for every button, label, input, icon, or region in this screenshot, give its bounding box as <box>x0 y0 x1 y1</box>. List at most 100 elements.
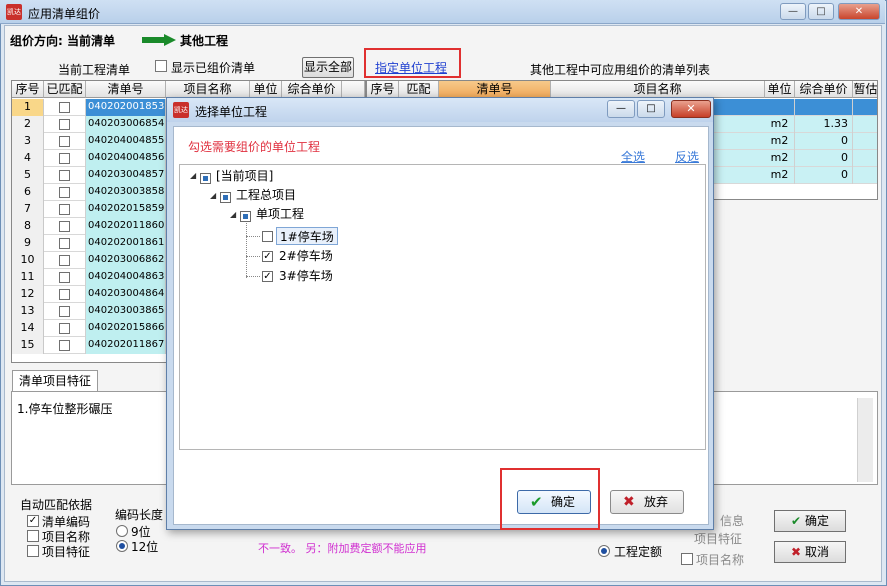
length-9-radio[interactable] <box>116 525 128 537</box>
x-icon: ✖ <box>623 494 635 510</box>
dialog-title: 选择单位工程 <box>195 105 268 119</box>
matched-checkbox[interactable] <box>59 289 70 300</box>
row-code: 040202001853 <box>86 99 166 116</box>
item-name-checkbox[interactable] <box>681 553 693 565</box>
column-header-scroll[interactable] <box>342 81 365 98</box>
matched-cell <box>44 218 86 235</box>
matched-checkbox[interactable] <box>59 170 70 181</box>
matched-checkbox[interactable] <box>59 204 70 215</box>
matched-checkbox[interactable] <box>59 153 70 164</box>
dialog-cancel-label: 放弃 <box>644 495 669 509</box>
matched-cell <box>44 235 86 252</box>
tree-node-single[interactable]: 单项工程 <box>256 205 304 223</box>
match-name-checkbox[interactable] <box>27 530 39 542</box>
row-seq: 8 <box>12 218 44 235</box>
tree-checkbox-root[interactable] <box>200 173 211 184</box>
select-unit-dialog: 凯达 选择单位工程 — □ ✕ 勾选需要组价的单位工程 全选 反选 ◢ [当前项… <box>166 97 714 530</box>
close-button[interactable]: ✕ <box>838 3 880 20</box>
column-header[interactable]: 项目名称 <box>166 81 250 98</box>
row-seq: 9 <box>12 235 44 252</box>
match-code-checkbox[interactable]: ✓ <box>27 515 39 527</box>
code-length-label: 编码长度 <box>115 508 164 522</box>
column-header[interactable]: 序号 <box>367 81 399 98</box>
show-priced-checkbox[interactable] <box>155 60 167 72</box>
item-feature-option[interactable]: 项目特征 <box>694 530 742 547</box>
tree-checkbox-project[interactable] <box>220 192 231 203</box>
quota-radio[interactable] <box>598 545 610 557</box>
tab-item-features[interactable]: 清单项目特征 <box>12 370 98 392</box>
row-price: 0 <box>795 150 853 167</box>
column-header[interactable]: 项目名称 <box>551 81 765 98</box>
unit-checkbox-2[interactable]: ✓ <box>262 251 273 262</box>
dialog-minimize-button[interactable]: — <box>607 100 635 118</box>
row-seq: 7 <box>12 201 44 218</box>
column-header[interactable]: 清单号 <box>86 81 166 98</box>
unit-checkbox-1[interactable] <box>262 231 273 242</box>
column-header[interactable]: 清单号 <box>439 81 551 98</box>
show-all-button[interactable]: 显示全部 <box>302 57 354 78</box>
row-price: 0 <box>795 133 853 150</box>
matched-cell <box>44 320 86 337</box>
matched-checkbox[interactable] <box>59 238 70 249</box>
matched-cell <box>44 116 86 133</box>
dialog-hint: 勾选需要组价的单位工程 <box>188 140 321 154</box>
maximize-button[interactable]: □ <box>808 3 834 20</box>
tree-node-root[interactable]: [当前项目] <box>216 167 273 185</box>
matched-cell <box>44 286 86 303</box>
features-scrollbar[interactable] <box>857 398 873 482</box>
matched-checkbox[interactable] <box>59 323 70 334</box>
row-seq: 6 <box>12 184 44 201</box>
matched-checkbox[interactable] <box>59 187 70 198</box>
matched-checkbox[interactable] <box>59 272 70 283</box>
matched-cell <box>44 184 86 201</box>
collapse-icon[interactable]: ◢ <box>230 210 236 219</box>
cancel-button-main[interactable]: ✖ 取消 <box>774 541 846 563</box>
matched-checkbox[interactable] <box>59 221 70 232</box>
column-header[interactable]: 匹配 <box>399 81 439 98</box>
row-seq: 2 <box>12 116 44 133</box>
row-seq: 13 <box>12 303 44 320</box>
matched-cell <box>44 337 86 354</box>
row-seq: 3 <box>12 133 44 150</box>
matched-checkbox[interactable] <box>59 136 70 147</box>
column-header[interactable]: 已匹配 <box>44 81 86 98</box>
tree-node-unit-2[interactable]: 2#停车场 <box>279 247 333 265</box>
tree-node-unit-1[interactable]: 1#停车场 <box>276 227 338 245</box>
matched-checkbox[interactable] <box>59 119 70 130</box>
tree-node-project[interactable]: 工程总项目 <box>236 186 296 204</box>
column-header[interactable]: 暂估 <box>853 81 877 98</box>
column-header[interactable]: 单位 <box>765 81 795 98</box>
collapse-icon[interactable]: ◢ <box>210 191 216 200</box>
unit-checkbox-3[interactable]: ✓ <box>262 271 273 282</box>
column-header[interactable]: 综合单价 <box>282 81 342 98</box>
row-code: 040203006854 <box>86 116 166 133</box>
matched-checkbox[interactable] <box>59 255 70 266</box>
row-code: 040203004857 <box>86 167 166 184</box>
tree-node-unit-3[interactable]: 3#停车场 <box>279 267 333 285</box>
column-header[interactable]: 序号 <box>12 81 44 98</box>
row-price: 1.33 <box>795 116 853 133</box>
column-header[interactable]: 单位 <box>250 81 282 98</box>
matched-cell <box>44 150 86 167</box>
length-12-radio[interactable] <box>116 540 128 552</box>
info-label: 信息 <box>720 514 745 528</box>
collapse-icon[interactable]: ◢ <box>190 171 196 180</box>
matched-checkbox[interactable] <box>59 102 70 113</box>
minimize-button[interactable]: — <box>780 3 806 20</box>
item-name-option[interactable]: 项目名称 <box>696 551 744 568</box>
matched-cell <box>44 133 86 150</box>
row-seq: 4 <box>12 150 44 167</box>
column-header[interactable]: 综合单价 <box>795 81 853 98</box>
match-feature-checkbox[interactable] <box>27 545 39 557</box>
matched-checkbox[interactable] <box>59 340 70 351</box>
dialog-close-button[interactable]: ✕ <box>671 100 711 118</box>
select-all-link[interactable]: 全选 <box>621 148 645 165</box>
matched-checkbox[interactable] <box>59 306 70 317</box>
confirm-button-main[interactable]: ✔ 确定 <box>774 510 846 532</box>
dialog-maximize-button[interactable]: □ <box>637 100 665 118</box>
features-text: 1.停车位整形碾压 <box>17 402 113 416</box>
tree-checkbox-single[interactable] <box>240 211 251 222</box>
matched-cell <box>44 269 86 286</box>
dialog-cancel-button[interactable]: ✖ 放弃 <box>610 490 684 514</box>
invert-select-link[interactable]: 反选 <box>675 148 699 165</box>
